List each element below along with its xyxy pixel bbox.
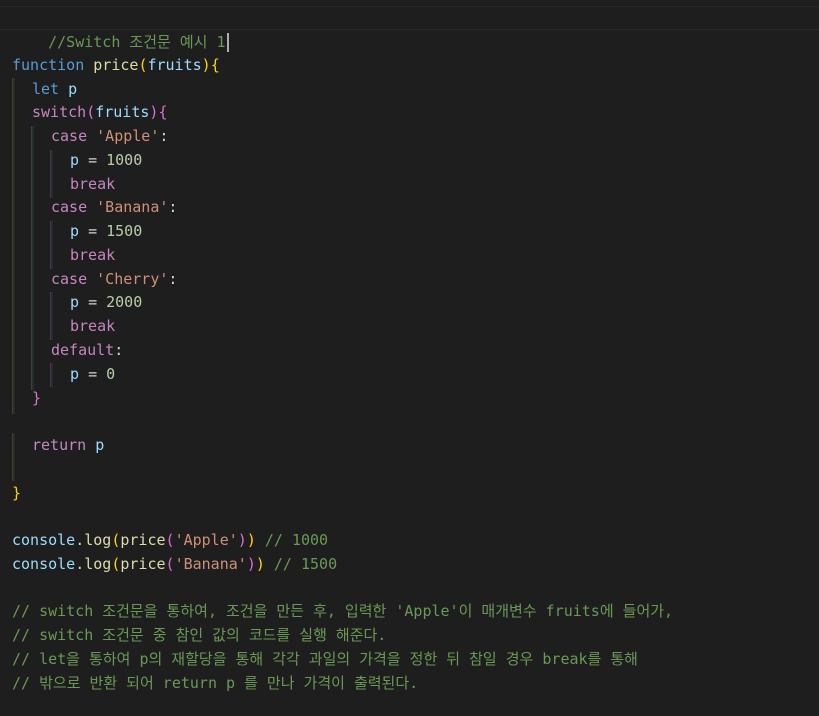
code-line-assign-banana[interactable]: p = 1500 — [70, 219, 142, 243]
var-p: p — [95, 436, 105, 454]
keyword-return: return — [32, 436, 87, 454]
case-label: 'Banana' — [96, 198, 169, 216]
indent-guide-level-1-return — [12, 433, 15, 481]
var-p: p — [70, 151, 80, 169]
case-label: 'Apple' — [96, 127, 160, 145]
paren-open: ( — [165, 531, 175, 549]
code-line-function-close[interactable]: } — [12, 481, 21, 505]
switch-arg: fruits — [95, 103, 150, 121]
code-line-explanation-2[interactable]: // switch 조건문 중 참인 값의 코드를 실행 해준다. — [12, 623, 386, 647]
call-price: price — [120, 555, 166, 573]
code-line-break-cherry[interactable]: break — [70, 314, 115, 338]
keyword-break: break — [70, 317, 116, 335]
inline-comment: // 1000 — [264, 531, 329, 549]
call-arg: 'Apple' — [174, 531, 238, 549]
paren-close: ) — [246, 555, 256, 573]
function-name: price — [93, 56, 139, 74]
log-method: log — [84, 555, 112, 573]
code-line-case-cherry[interactable]: case 'Cherry': — [51, 267, 177, 291]
operator-assign: = — [88, 365, 98, 383]
var-p: p — [68, 80, 78, 98]
colon: : — [159, 127, 169, 145]
colon: : — [168, 198, 178, 216]
console-object: console — [12, 555, 76, 573]
case-label: 'Cherry' — [96, 270, 169, 288]
code-editor[interactable]: //Switch 조건문 예시 1 function price(fruits)… — [0, 0, 819, 716]
call-price: price — [120, 531, 166, 549]
code-line-switch-close[interactable]: } — [32, 386, 41, 410]
code-line-let[interactable]: let p — [32, 77, 77, 101]
code-line-switch[interactable]: switch(fruits){ — [32, 100, 167, 124]
assign-value: 0 — [106, 365, 116, 383]
paren-close: ) — [201, 56, 211, 74]
paren-open: ( — [86, 103, 96, 121]
code-line-case-banana[interactable]: case 'Banana': — [51, 195, 177, 219]
paren-close: ) — [246, 531, 256, 549]
operator-assign: = — [88, 151, 98, 169]
indent-guide-level-3-banana — [50, 221, 53, 269]
keyword-case: case — [51, 127, 88, 145]
indent-guide-level-2 — [31, 126, 34, 390]
code-line-console-apple[interactable]: console.log(price('Apple')) // 1000 — [12, 528, 328, 552]
operator-assign: = — [88, 222, 98, 240]
code-line-assign-apple[interactable]: p = 1000 — [70, 148, 142, 172]
code-line-break-banana[interactable]: break — [70, 243, 115, 267]
var-p: p — [70, 293, 80, 311]
call-arg: 'Banana' — [174, 555, 247, 573]
keyword-switch: switch — [32, 103, 87, 121]
keyword-function: function — [12, 56, 85, 74]
code-line-case-apple[interactable]: case 'Apple': — [51, 124, 168, 148]
code-line-explanation-1[interactable]: // switch 조건문을 통하여, 조건을 만든 후, 입력한 'Apple… — [12, 599, 673, 623]
assign-value: 1000 — [106, 151, 143, 169]
indent-guide-level-3-apple — [50, 150, 53, 198]
brace-open: { — [210, 56, 220, 74]
log-method: log — [84, 531, 112, 549]
paren-open: ( — [165, 555, 175, 573]
code-line-header-comment[interactable]: //Switch 조건문 예시 1 — [12, 6, 229, 52]
indent-guide-level-3-cherry — [50, 292, 53, 340]
indent-guide-level-1 — [12, 78, 15, 414]
paren-close: ) — [255, 555, 265, 573]
brace-close: } — [12, 484, 22, 502]
dot: . — [75, 555, 85, 573]
code-line-console-banana[interactable]: console.log(price('Banana')) // 1500 — [12, 552, 337, 576]
assign-value: 2000 — [106, 293, 143, 311]
indent-guide-level-3-default — [50, 363, 53, 387]
code-line-return[interactable]: return p — [32, 433, 104, 457]
keyword-default: default — [51, 341, 115, 359]
keyword-let: let — [32, 80, 60, 98]
colon: : — [114, 341, 124, 359]
code-line-assign-default[interactable]: p = 0 — [70, 362, 115, 386]
code-line-explanation-4[interactable]: // 밖으로 반환 되어 return p 를 만나 가격이 출력된다. — [12, 671, 418, 695]
assign-value: 1500 — [106, 222, 143, 240]
operator-assign: = — [88, 293, 98, 311]
inline-comment: // 1500 — [273, 555, 338, 573]
colon: : — [168, 270, 178, 288]
dot: . — [75, 531, 85, 549]
brace-close: } — [32, 389, 42, 407]
console-object: console — [12, 531, 76, 549]
paren-close: ) — [237, 531, 247, 549]
keyword-case: case — [51, 270, 88, 288]
keyword-break: break — [70, 246, 116, 264]
text-cursor — [226, 33, 229, 52]
brace-open: { — [158, 103, 168, 121]
var-p: p — [70, 222, 80, 240]
code-line-default[interactable]: default: — [51, 338, 123, 362]
header-comment: //Switch 조건문 예시 1 — [48, 33, 226, 51]
code-line-assign-cherry[interactable]: p = 2000 — [70, 290, 142, 314]
code-line-break-apple[interactable]: break — [70, 172, 115, 196]
code-line-explanation-3[interactable]: // let을 통하여 p의 재할당을 통해 각각 과일의 가격을 정한 뒤 참… — [12, 647, 638, 671]
keyword-case: case — [51, 198, 88, 216]
param-name: fruits — [147, 56, 202, 74]
var-p: p — [70, 365, 80, 383]
code-line-function-declaration[interactable]: function price(fruits){ — [12, 53, 220, 77]
keyword-break: break — [70, 175, 116, 193]
